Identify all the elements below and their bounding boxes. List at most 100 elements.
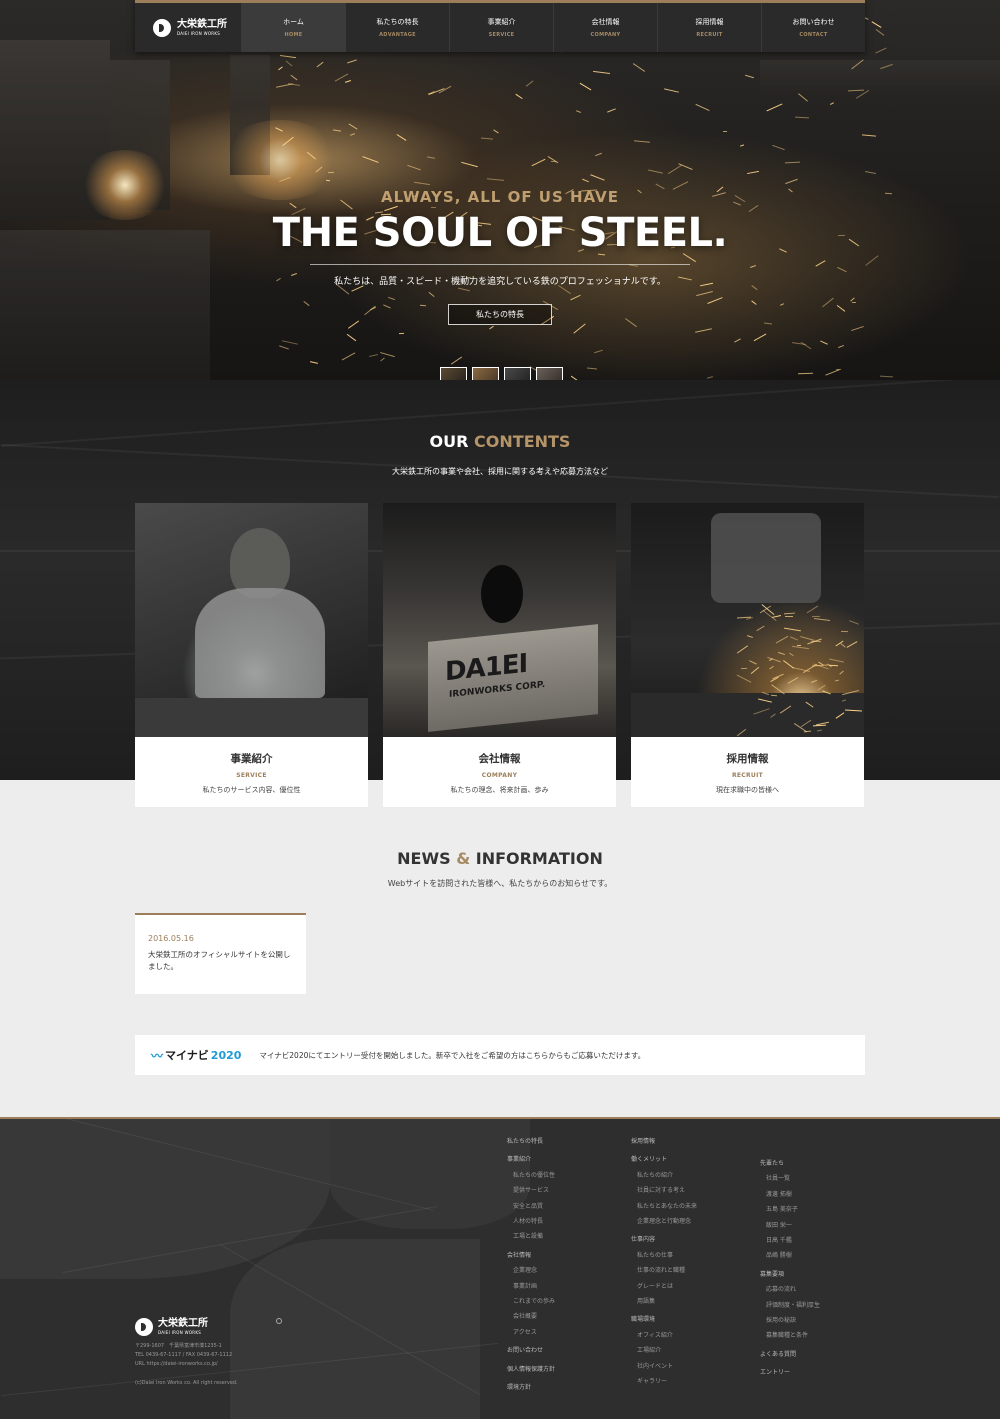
spark xyxy=(347,59,357,64)
footer-sublink[interactable]: 社員に対する考え xyxy=(637,1185,685,1194)
spark xyxy=(348,123,358,130)
nav-item-contact[interactable]: お問い合わせ CONTACT xyxy=(761,3,865,52)
nav-item-service[interactable]: 事業紹介 SERVICE xyxy=(449,3,553,52)
spark xyxy=(290,75,298,81)
footer-link[interactable]: 私たちの特長 xyxy=(507,1136,543,1145)
footer-sublink[interactable]: 私たちとあなたの未来 xyxy=(637,1201,697,1210)
nav-item-company[interactable]: 会社情報 COMPANY xyxy=(553,3,657,52)
site-logo[interactable]: 大栄鉄工所 DAIEI IRON WORKS xyxy=(135,3,241,52)
card-subtitle: COMPANY xyxy=(481,772,518,779)
footer-sublink[interactable]: 社内イベント xyxy=(637,1361,673,1370)
footer-link[interactable]: 事業紹介 xyxy=(507,1154,531,1163)
footer xyxy=(0,1117,1000,1419)
footer-link[interactable]: よくある質問 xyxy=(760,1349,796,1358)
footer-sublink[interactable]: オフィス紹介 xyxy=(637,1330,673,1339)
footer-sublink[interactable]: これまでの歩み xyxy=(513,1296,555,1305)
footer-sublink[interactable]: 応募の流れ xyxy=(766,1284,796,1293)
footer-sublink[interactable]: 五島 美奈子 xyxy=(766,1204,798,1213)
footer-sublink[interactable]: ギャラリー xyxy=(637,1376,667,1385)
footer-sublink[interactable]: 仕事の流れと職種 xyxy=(637,1265,685,1274)
spark xyxy=(285,60,293,67)
spark xyxy=(756,625,765,631)
spark xyxy=(789,652,795,657)
content-card-service[interactable]: 事業紹介 SERVICE 私たちのサービス内容、優位性 xyxy=(135,503,368,807)
footer-sublink[interactable]: 私たちの紹介 xyxy=(637,1170,673,1179)
spark xyxy=(749,660,758,665)
footer-link[interactable]: 会社情報 xyxy=(507,1250,531,1259)
hero-description: 私たちは、品質・スピード・機動力を追究している鉄のプロフェッショナルです。 xyxy=(334,277,666,287)
spark xyxy=(451,355,463,365)
footer-sublink[interactable]: 評価制度・福利厚生 xyxy=(766,1300,820,1309)
spark xyxy=(800,341,812,349)
spark xyxy=(667,164,682,174)
footer-sublink[interactable]: 渡邊 拓樹 xyxy=(766,1189,792,1198)
content-card-recruit[interactable]: 採用情報 RECRUIT 現在求職中の皆様へ xyxy=(631,503,864,807)
footer-logo[interactable]: 大栄鉄工所 DAIEI IRON WORKS xyxy=(135,1318,208,1336)
contents-subtitle: 大栄鉄工所の事業や会社、採用に関する考えや応募方法など xyxy=(392,467,608,476)
footer-sublink[interactable]: 提供サービス xyxy=(513,1185,549,1194)
footer-sublink[interactable]: グレードとは xyxy=(637,1281,673,1290)
news-text: 大栄鉄工所のオフィシャルサイトを公開しました。 xyxy=(148,950,291,971)
spark xyxy=(647,169,663,174)
mynavi-banner[interactable]: 〰 マイナビ 2020 マイナビ2020にてエントリー受付を開始しました。新卒で… xyxy=(135,1035,865,1075)
mynavi-wave-icon: 〰 xyxy=(151,1048,164,1063)
footer-sublink[interactable]: 会社概要 xyxy=(513,1311,537,1320)
spark xyxy=(874,47,887,54)
footer-sublink[interactable]: 事業計画 xyxy=(513,1281,537,1290)
spark xyxy=(782,660,795,670)
spark xyxy=(837,344,844,348)
footer-link[interactable]: 仕事内容 xyxy=(631,1234,655,1243)
spark xyxy=(525,79,534,87)
footer-link[interactable]: 先輩たち xyxy=(760,1158,784,1167)
news-subtitle: Webサイトを訪問された皆様へ、私たちからのお知らせです。 xyxy=(387,879,613,888)
spark xyxy=(723,130,728,132)
spark xyxy=(551,160,557,162)
footer-sublink[interactable]: 募集職種と条件 xyxy=(766,1330,808,1339)
hero-advantage-button[interactable]: 私たちの特長 xyxy=(448,304,552,325)
footer-link[interactable]: 職場環境 xyxy=(631,1314,655,1323)
footer-sublink[interactable]: 飯田 栄一 xyxy=(766,1220,792,1229)
spark xyxy=(829,102,834,106)
logo-name-en: DAIEI IRON WORKS xyxy=(158,1330,202,1335)
nav-item-recruit[interactable]: 採用情報 RECRUIT xyxy=(657,3,761,52)
footer-sublink[interactable]: 企業理念 xyxy=(513,1265,537,1274)
footer-sublink[interactable]: 工場と設備 xyxy=(513,1231,543,1240)
footer-sublink[interactable]: 用語集 xyxy=(637,1296,655,1305)
footer-sublink[interactable]: 工場紹介 xyxy=(637,1345,661,1354)
footer-link[interactable]: 採用情報 xyxy=(631,1136,655,1145)
footer-link[interactable]: 環境方針 xyxy=(507,1382,531,1391)
footer-sublink[interactable]: 企業理念と行動理念 xyxy=(637,1216,691,1225)
news-item[interactable]: 2016.05.16 大栄鉄工所のオフィシャルサイトを公開しました。 xyxy=(135,913,306,994)
footer-link[interactable]: 募集要項 xyxy=(760,1269,784,1278)
spark xyxy=(871,21,881,28)
spark xyxy=(362,156,379,164)
footer-sublink[interactable]: アクセス xyxy=(513,1327,537,1336)
spark xyxy=(745,74,755,78)
hero-copy: ALWAYS, ALL OF US HAVE THE SOUL OF STEEL… xyxy=(0,188,1000,325)
footer-link[interactable]: エントリー xyxy=(760,1367,790,1376)
footer-link[interactable]: 個人情報保護方針 xyxy=(507,1364,555,1373)
footer-sublink[interactable]: 私たちの優位性 xyxy=(513,1170,555,1179)
footer-sublink[interactable]: 社員一覧 xyxy=(766,1173,790,1182)
content-card-company[interactable]: DA1EI IRONWORKS CORP. 会社情報 COMPANY 私たちの理… xyxy=(383,503,616,807)
footer-sublink[interactable]: 日高 千艦 xyxy=(766,1235,792,1244)
nav-label-en: COMPANY xyxy=(590,32,621,38)
footer-sublink[interactable]: 安全と品質 xyxy=(513,1201,543,1210)
footer-sublink[interactable]: 人材の特長 xyxy=(513,1216,543,1225)
footer-link[interactable]: 働くメリット xyxy=(631,1154,667,1163)
footer-sublink[interactable]: 私たちの仕事 xyxy=(637,1250,673,1259)
nav-item-home[interactable]: ホーム HOME xyxy=(241,3,345,52)
card-description: 私たちの理念、将来計画、歩み xyxy=(450,786,549,794)
spark xyxy=(326,179,331,181)
footer-address: 〒299-1607 千葉県富津市湊1235-1 xyxy=(135,1343,222,1349)
spark xyxy=(802,663,818,674)
card-title: 会社情報 xyxy=(478,753,521,765)
footer-contact-info: 〒299-1607 千葉県富津市湊1235-1 TEL 0439-67-1117… xyxy=(135,1342,232,1368)
nav-label-en: CONTACT xyxy=(799,32,828,38)
nav-item-advantage[interactable]: 私たちの特長 ADVANTAGE xyxy=(345,3,449,52)
footer-sublink[interactable]: 品嶋 勝樹 xyxy=(766,1250,792,1259)
welder-photo xyxy=(135,503,368,737)
spark xyxy=(590,174,605,181)
footer-link[interactable]: お問い合わせ xyxy=(507,1345,543,1354)
footer-sublink[interactable]: 採用の秘訣 xyxy=(766,1315,796,1324)
